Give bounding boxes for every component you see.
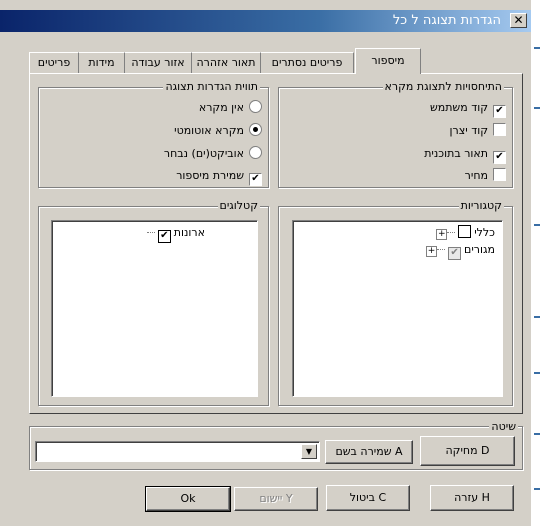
tab-items[interactable]: פריטים — [29, 52, 79, 73]
group-title: שיטה — [489, 420, 518, 433]
edge-mark — [534, 107, 540, 109]
checkbox-label: תאור בתוכנית — [424, 147, 488, 160]
checkbox-label: מחיר — [464, 169, 488, 182]
radio-no-legend[interactable]: אין מקרא — [199, 100, 262, 116]
checkbox-label: שמירת מיספור — [176, 169, 244, 182]
delete-button[interactable]: מחיקה D — [420, 436, 515, 466]
tab-panel-numbering: התיחסויות לתצוגת מקרא ✔ קוד משתמש קוד יצר… — [29, 73, 523, 414]
checkbox-label: קוד משתמש — [429, 101, 488, 114]
tab-label: מידות — [88, 56, 115, 69]
expand-icon[interactable]: + — [426, 246, 438, 257]
tab-warning-description[interactable]: תאור אזהרה — [191, 52, 261, 73]
close-button[interactable]: ✕ — [510, 13, 527, 28]
radio-button[interactable] — [249, 123, 262, 136]
checkbox-box[interactable]: ✔ — [493, 105, 506, 118]
tab-label: פריטים — [37, 56, 71, 69]
button-label: Ok — [180, 492, 196, 505]
tree-item-label: מגורים — [464, 243, 495, 256]
categories-tree[interactable]: כללי+ מגורים✔+ — [292, 220, 503, 397]
button-label: עזרה H — [454, 491, 490, 504]
help-button[interactable]: עזרה H — [430, 485, 514, 511]
cancel-button[interactable]: ביטול C — [326, 485, 410, 511]
radio-button[interactable] — [249, 100, 262, 113]
catalogs-group: קטלוגים ארונות✔ — [38, 199, 269, 406]
edge-mark — [534, 372, 540, 374]
radio-label: אוביקט(ים) נבחר — [163, 147, 244, 160]
checkbox-plan-description[interactable]: ✔ תאור בתוכנית — [424, 146, 506, 164]
radio-button[interactable] — [249, 146, 262, 159]
dialog-window: הגדרות תצוגה ל כל ✕ מיספור פריטים נסתרים… — [0, 0, 531, 526]
button-label: שמירה בשם A — [335, 445, 403, 458]
tab-numbering[interactable]: מיספור — [355, 48, 421, 74]
tab-label: פריטים נסתרים — [271, 56, 343, 69]
button-label: מחיקה D — [445, 444, 490, 457]
checkbox-label: קוד יצרן — [449, 124, 489, 137]
tree-item-label: ארונות — [173, 226, 205, 239]
tab-label: מיספור — [371, 54, 405, 67]
save-as-button[interactable]: שמירה בשם A — [325, 440, 413, 464]
radio-label: מקרא אוטומטי — [174, 124, 244, 137]
tree-item-residential[interactable]: מגורים✔ + — [425, 242, 495, 260]
radio-auto-legend[interactable]: מקרא אוטומטי — [174, 123, 262, 139]
tab-label: תאור אזהרה — [196, 56, 256, 69]
edge-mark — [534, 316, 540, 318]
edge-mark — [534, 433, 540, 435]
tree-connector — [437, 249, 446, 250]
checkbox-manufacturer-code[interactable]: קוד יצרן — [449, 123, 506, 139]
group-title: קטלוגים — [217, 199, 260, 212]
group-title: התיחסויות לתצוגת מקרא — [382, 80, 504, 93]
radio-dot — [253, 127, 258, 132]
button-label: ביטול C — [349, 491, 387, 504]
checkbox-box[interactable]: ✔ — [249, 173, 262, 186]
legend-references-group: התיחסויות לתצוגת מקרא ✔ קוד משתמש קוד יצר… — [278, 80, 513, 188]
edge-mark — [534, 224, 540, 226]
tab-work-area[interactable]: אזור עבודה — [124, 52, 192, 73]
tree-connector — [447, 232, 456, 233]
group-title: קטגוריות — [458, 199, 504, 212]
radio-label: אין מקרא — [198, 101, 244, 114]
chevron-down-icon[interactable]: ▼ — [301, 444, 317, 459]
display-settings-group: תווית הגדרות תצוגה אין מקרא מקרא אוטומטי… — [38, 80, 269, 188]
group-title: תווית הגדרות תצוגה — [163, 80, 260, 93]
title-bar[interactable]: הגדרות תצוגה ל כל ✕ — [0, 10, 531, 32]
tree-item-label: כללי — [474, 226, 495, 239]
checkbox-price[interactable]: מחיר — [465, 168, 506, 184]
ok-button[interactable]: Ok — [145, 486, 231, 512]
button-label: יישום Y — [259, 492, 293, 505]
tree-connector — [146, 232, 155, 233]
tree-item-cabinets[interactable]: ארונות✔ — [146, 225, 205, 243]
tab-dimensions[interactable]: מידות — [78, 52, 125, 73]
catalogs-tree[interactable]: ארונות✔ — [51, 220, 258, 397]
tab-label: אזור עבודה — [131, 56, 185, 69]
edge-mark — [534, 47, 540, 49]
checkbox-save-numbering[interactable]: ✔ שמירת מיספור — [176, 168, 262, 186]
tab-hidden-items[interactable]: פריטים נסתרים — [260, 52, 354, 73]
checkbox-box[interactable] — [493, 123, 506, 136]
tree-checkbox[interactable] — [458, 225, 472, 238]
tree-item-general[interactable]: כללי + — [435, 225, 495, 241]
checkbox-box[interactable]: ✔ — [493, 151, 506, 164]
checkbox-user-code[interactable]: ✔ קוד משתמש — [429, 100, 506, 118]
method-combobox[interactable]: ▼ — [35, 441, 320, 462]
radio-selected-objects[interactable]: אוביקט(ים) נבחר — [164, 146, 262, 162]
window-title: הגדרות תצוגה ל כל — [392, 13, 501, 28]
checkbox-box[interactable] — [493, 168, 506, 181]
categories-group: קטגוריות כללי+ מגורים✔+ — [278, 199, 513, 406]
close-icon: ✕ — [513, 13, 524, 27]
tree-checkbox[interactable]: ✔ — [448, 247, 462, 260]
expand-icon[interactable]: + — [436, 229, 448, 240]
edge-mark — [534, 488, 540, 490]
apply-button[interactable]: יישום Y — [234, 487, 318, 511]
tree-checkbox[interactable]: ✔ — [157, 230, 171, 243]
